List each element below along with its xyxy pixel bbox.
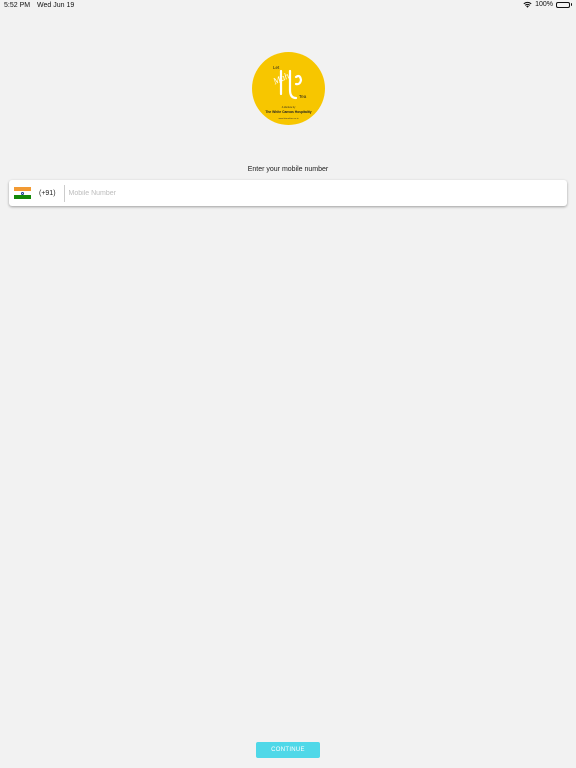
continue-button[interactable]: CONTINUE (256, 742, 320, 758)
flag-chakra (21, 191, 24, 195)
flag-green-stripe (14, 195, 31, 199)
battery-percent: 100% (535, 1, 553, 8)
status-date: Wed Jun 19 (37, 2, 75, 9)
mobile-prompt: Enter your mobile number (247, 166, 329, 173)
logo-venture-line: A Venture by (282, 106, 296, 109)
wifi-icon (523, 1, 532, 8)
field-divider (63, 184, 65, 202)
logo-brand-name: The White Canvas Hospitality (265, 110, 311, 114)
country-code[interactable]: (+91) (39, 190, 56, 197)
app-logo: Let Mah Tea A Venture by The White Canva… (252, 52, 325, 125)
phone-number-field: (+91) (9, 180, 567, 206)
mobile-number-input[interactable] (68, 183, 567, 203)
status-bar: 5:52 PM Wed Jun 19 100% (0, 0, 576, 12)
battery-icon (556, 1, 572, 8)
status-indicators: 100% (523, 1, 572, 8)
logo-text-let: Let (273, 65, 280, 70)
logo-website: www.letmahtea.co.in (278, 117, 299, 120)
logo-text-tea: Tea (299, 94, 307, 99)
login-screen: 5:52 PM Wed Jun 19 100% Let Mah Tea A Ve… (0, 0, 576, 768)
status-time: 5:52 PM (4, 2, 31, 9)
india-flag-icon[interactable] (14, 187, 31, 199)
